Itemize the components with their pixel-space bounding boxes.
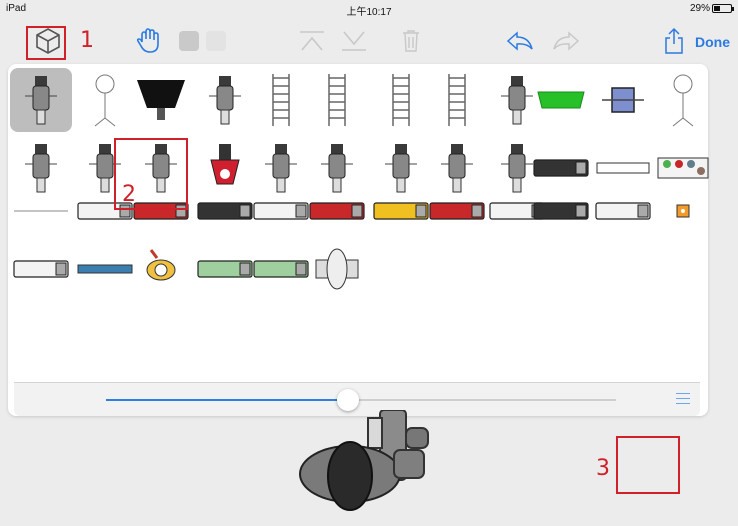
curved-track-2-icon: [448, 74, 466, 126]
light-fixture-icon: [602, 87, 644, 113]
battery-icon: [712, 4, 734, 13]
yellow-bus-icon: [373, 202, 429, 220]
palette-item-red-box-truck[interactable]: [306, 188, 368, 234]
red-box-truck-icon: [309, 202, 365, 220]
blue-hose-icon: [77, 264, 133, 274]
palette-item-actor-topdown[interactable]: [130, 244, 192, 294]
canvas-object-preview[interactable]: [290, 409, 450, 526]
palette-item-turntable[interactable]: [306, 244, 368, 294]
palette-item-ladder-track[interactable]: [250, 68, 312, 132]
palette-item-projector-unit[interactable]: [10, 68, 72, 132]
palette-item-softbox-light[interactable]: [130, 68, 192, 132]
bring-to-front-button[interactable]: [296, 24, 328, 58]
ladder-track-wide-icon: [328, 74, 346, 126]
annotation-label-3: 3: [596, 456, 610, 481]
palette-item-restroom-trailer[interactable]: [592, 188, 654, 234]
palette-item-white-trailer[interactable]: [250, 188, 312, 234]
undo-button[interactable]: [504, 24, 536, 58]
move-bottom-icon: [342, 31, 366, 51]
size-slider-fill: [106, 399, 346, 401]
battery-percent: 29%: [689, 3, 710, 14]
small-truck-black-icon: [533, 159, 589, 177]
curved-track-icon: [392, 74, 410, 126]
redo-icon: [553, 31, 580, 51]
annotation-label-2: 2: [122, 182, 136, 207]
color-swatch-gray[interactable]: [178, 24, 200, 58]
palette-grid: [8, 64, 709, 380]
trash-icon: [403, 30, 419, 52]
delete-button[interactable]: [398, 24, 424, 58]
palette-item-cable-line[interactable]: [10, 188, 72, 234]
label-strip-icon: [596, 162, 650, 174]
status-time: 上午10:17: [346, 7, 392, 18]
object-palette: [8, 64, 709, 416]
size-slider-track[interactable]: [106, 399, 616, 401]
size-slider-thumb[interactable]: [337, 389, 359, 411]
palette-item-dolly-top[interactable]: [194, 68, 256, 132]
stand-pole-icon: [672, 74, 694, 127]
turntable-icon: [315, 248, 359, 290]
palette-item-yellow-bus[interactable]: [370, 188, 432, 234]
undo-icon: [506, 31, 533, 51]
green-pad-icon: [537, 91, 585, 109]
trailer-hitch-icon: [13, 260, 69, 278]
palette-item-green-van[interactable]: [194, 244, 256, 294]
white-trailer-icon: [253, 202, 309, 220]
palette-item-green-car[interactable]: [250, 244, 312, 294]
send-to-back-button[interactable]: [338, 24, 370, 58]
palette-item-satellite-dish[interactable]: [74, 68, 136, 132]
palette-item-dark-semi[interactable]: [530, 188, 592, 234]
dolly-top-icon: [209, 76, 241, 125]
red-fresnel-icon: [210, 144, 240, 185]
dark-semi-icon: [533, 202, 589, 220]
share-button[interactable]: [660, 24, 688, 58]
color-swatch-light[interactable]: [205, 24, 227, 58]
satellite-dish-icon: [94, 74, 116, 127]
list-menu-icon[interactable]: [676, 393, 690, 408]
red-semi-icon: [429, 202, 485, 220]
palette-item-ladder-track-wide[interactable]: [306, 68, 368, 132]
palette-item-curved-track-2[interactable]: [426, 68, 488, 132]
ladder-track-icon: [272, 74, 290, 126]
annotation-label-1: 1: [80, 28, 94, 53]
palette-item-blue-hose[interactable]: [74, 244, 136, 294]
dark-trailer-icon: [197, 202, 253, 220]
palette-item-light-fixture[interactable]: [592, 68, 654, 132]
camera-operator-icon: [299, 409, 429, 511]
cable-line-icon: [14, 210, 68, 212]
projector-unit-icon: [25, 76, 57, 125]
move-top-icon: [300, 31, 324, 51]
palette-item-green-pad[interactable]: [530, 68, 592, 132]
pan-tool-button[interactable]: [132, 24, 166, 58]
palette-item-orange-marker[interactable]: [652, 188, 714, 234]
redo-button[interactable]: [550, 24, 582, 58]
green-car-icon: [253, 260, 309, 278]
done-button[interactable]: Done: [695, 34, 730, 50]
palette-item-trailer-hitch[interactable]: [10, 244, 72, 294]
color-chart-icon: [657, 157, 709, 179]
actor-topdown-icon: [146, 249, 176, 281]
annotation-box-3: [616, 436, 680, 494]
restroom-trailer-icon: [595, 202, 651, 220]
orange-marker-icon: [676, 204, 690, 218]
status-bar: iPad 上午10:17 29%: [0, 0, 738, 18]
palette-item-curved-track[interactable]: [370, 68, 432, 132]
annotation-box-1: [26, 26, 66, 60]
toolbar: Done: [0, 18, 738, 64]
green-van-icon: [197, 260, 253, 278]
palette-item-red-semi[interactable]: [426, 188, 488, 234]
palette-item-stand-pole[interactable]: [652, 68, 714, 132]
softbox-light-icon: [137, 80, 185, 120]
share-icon: [665, 27, 683, 54]
hand-icon: [136, 28, 159, 53]
palette-item-dark-trailer[interactable]: [194, 188, 256, 234]
